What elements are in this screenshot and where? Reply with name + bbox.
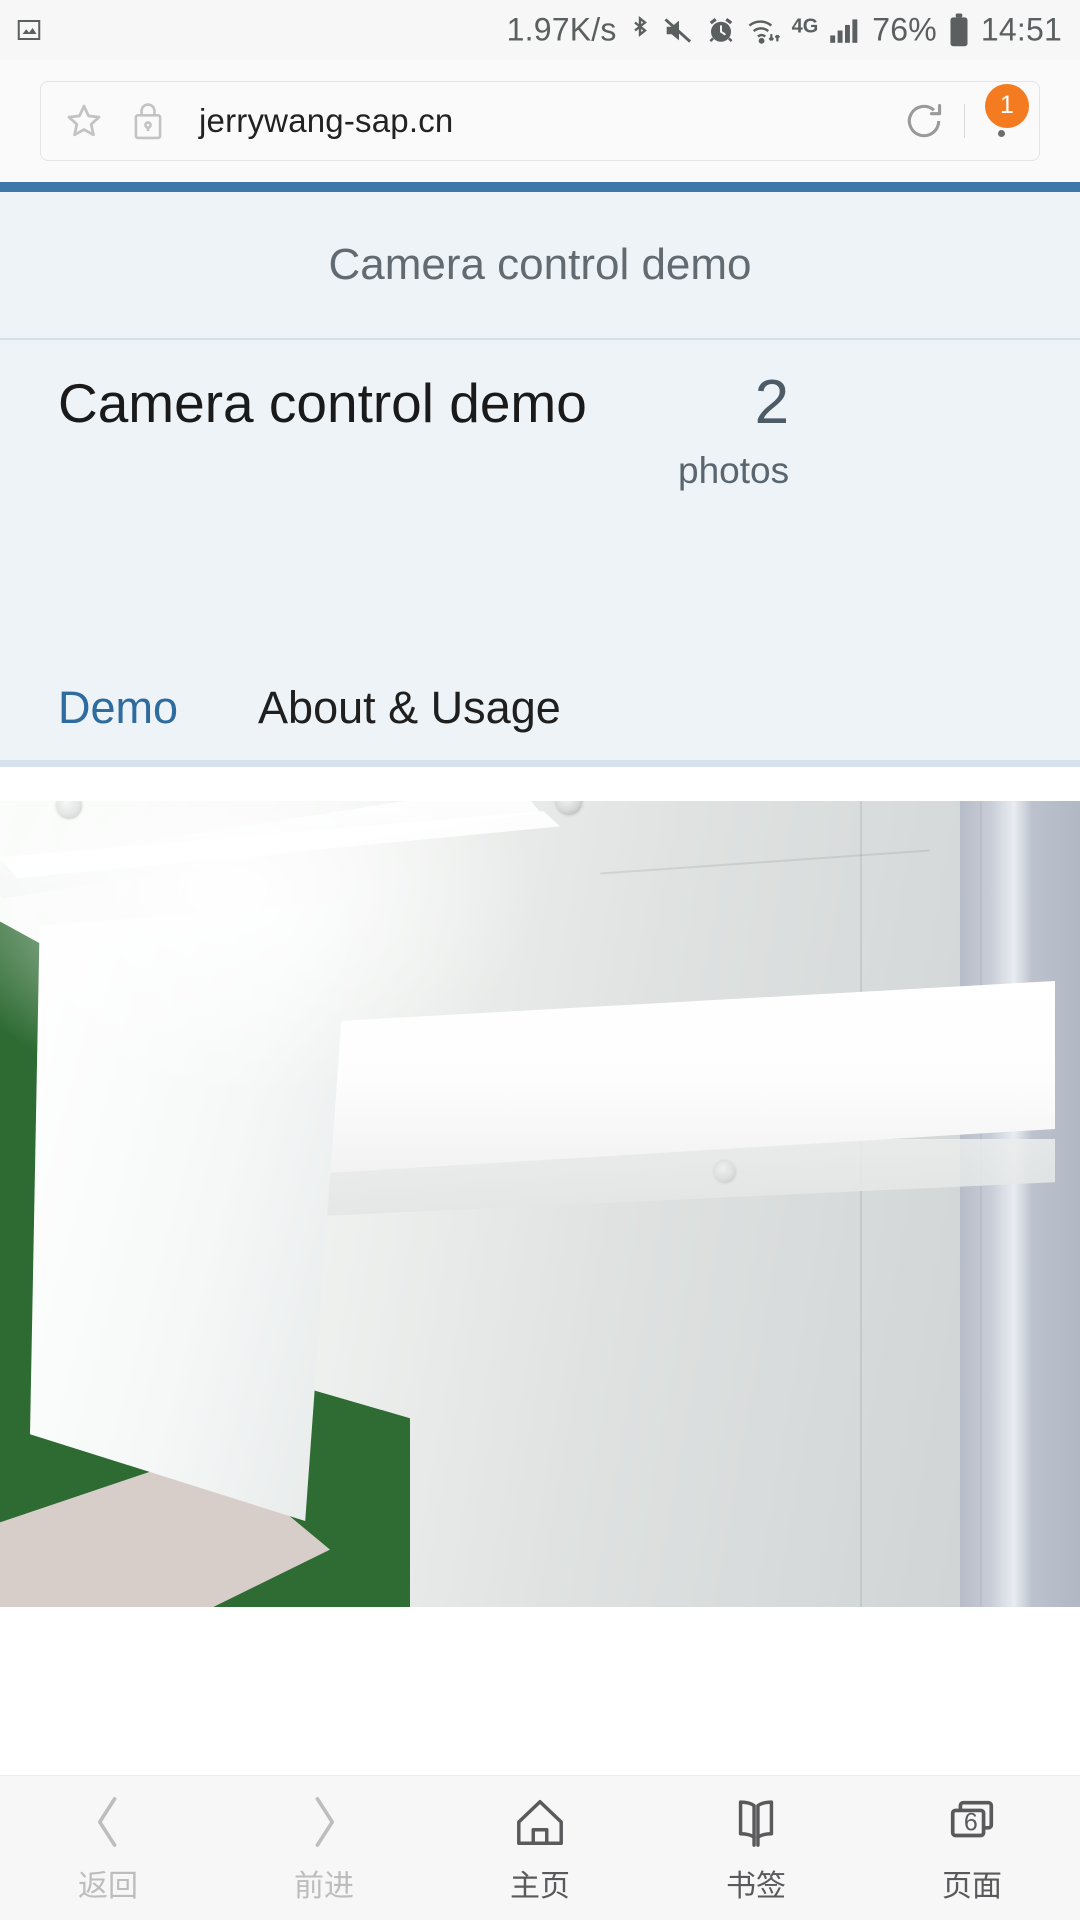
- page-content: Camera control demo Camera control demo …: [0, 192, 1080, 1607]
- lock-icon: [131, 100, 165, 142]
- photo-light-bloom: [0, 801, 540, 1101]
- network-speed: 1.97K/s: [506, 11, 617, 48]
- nav-forward-label: 前进: [294, 1870, 354, 1903]
- tab-count-badge: 6: [963, 1808, 978, 1837]
- alarm-clock-icon: [706, 15, 736, 45]
- status-bar: 1.97K/s 4G 76% 14:51: [0, 0, 1080, 60]
- nav-home-label: 主页: [510, 1870, 570, 1903]
- network-type-label: 4G: [791, 15, 819, 38]
- object-title: Camera control demo: [58, 372, 587, 434]
- browser-bottom-nav: 返回 前进 主页 书签 6 页面: [0, 1775, 1080, 1920]
- chevron-right-icon: [304, 1791, 344, 1853]
- status-bar-right: 1.97K/s 4G 76% 14:51: [507, 12, 1062, 49]
- battery-icon: [948, 13, 970, 47]
- nav-pages-label: 页面: [942, 1870, 1002, 1903]
- chevron-left-icon: [88, 1791, 128, 1853]
- url-text[interactable]: jerrywang-sap.cn: [199, 102, 902, 140]
- wifi-icon: [747, 15, 781, 45]
- overflow-menu-icon[interactable]: 1: [981, 83, 1029, 137]
- clock-time: 14:51: [980, 11, 1062, 48]
- accent-rule: [0, 182, 1080, 192]
- bookmark-icon: [729, 1791, 783, 1853]
- tabs-icon: 6: [945, 1791, 999, 1853]
- menu-badge: 1: [985, 83, 1029, 128]
- nav-bookmarks-button[interactable]: 书签: [648, 1776, 864, 1920]
- tab-about-usage[interactable]: About & Usage: [258, 682, 561, 760]
- camera-preview-photo[interactable]: [0, 801, 1080, 1607]
- nav-forward-button[interactable]: 前进: [216, 1776, 432, 1920]
- home-icon: [513, 1791, 567, 1853]
- photo-right-wall: [960, 801, 1080, 1607]
- browser-toolbar: jerrywang-sap.cn 1: [0, 60, 1080, 182]
- volume-mute-icon: [663, 15, 695, 45]
- page-title: Camera control demo: [328, 240, 752, 289]
- photo-area: [0, 767, 1080, 1607]
- nav-back-button[interactable]: 返回: [0, 1776, 216, 1920]
- address-bar[interactable]: jerrywang-sap.cn 1: [40, 81, 1040, 161]
- bluetooth-icon: [628, 14, 652, 46]
- image-icon: [14, 15, 44, 45]
- app-header: Camera control demo: [0, 192, 1080, 338]
- tab-demo[interactable]: Demo: [58, 682, 178, 760]
- photo-count-label: photos: [678, 450, 790, 491]
- status-bar-left: [14, 15, 44, 45]
- battery-percent: 76%: [872, 11, 937, 48]
- object-header: Camera control demo 2 photos: [0, 340, 1080, 640]
- photo-counter: 2 photos: [678, 368, 789, 640]
- photo-screw: [714, 1161, 736, 1183]
- star-icon[interactable]: [63, 100, 105, 142]
- photo-count-number: 2: [754, 368, 790, 437]
- photo-seam-line: [860, 801, 862, 1607]
- photo-seam-line: [980, 801, 982, 1607]
- cellular-signal-icon: [829, 15, 861, 45]
- reload-icon[interactable]: [902, 99, 946, 143]
- nav-pages-button[interactable]: 6 页面: [864, 1776, 1080, 1920]
- tab-bar: Demo About & Usage: [0, 640, 1080, 760]
- nav-bookmarks-label: 书签: [726, 1870, 786, 1903]
- nav-back-label: 返回: [78, 1870, 138, 1903]
- tab-divider: [0, 760, 1080, 767]
- toolbar-divider: [964, 104, 965, 138]
- nav-home-button[interactable]: 主页: [432, 1776, 648, 1920]
